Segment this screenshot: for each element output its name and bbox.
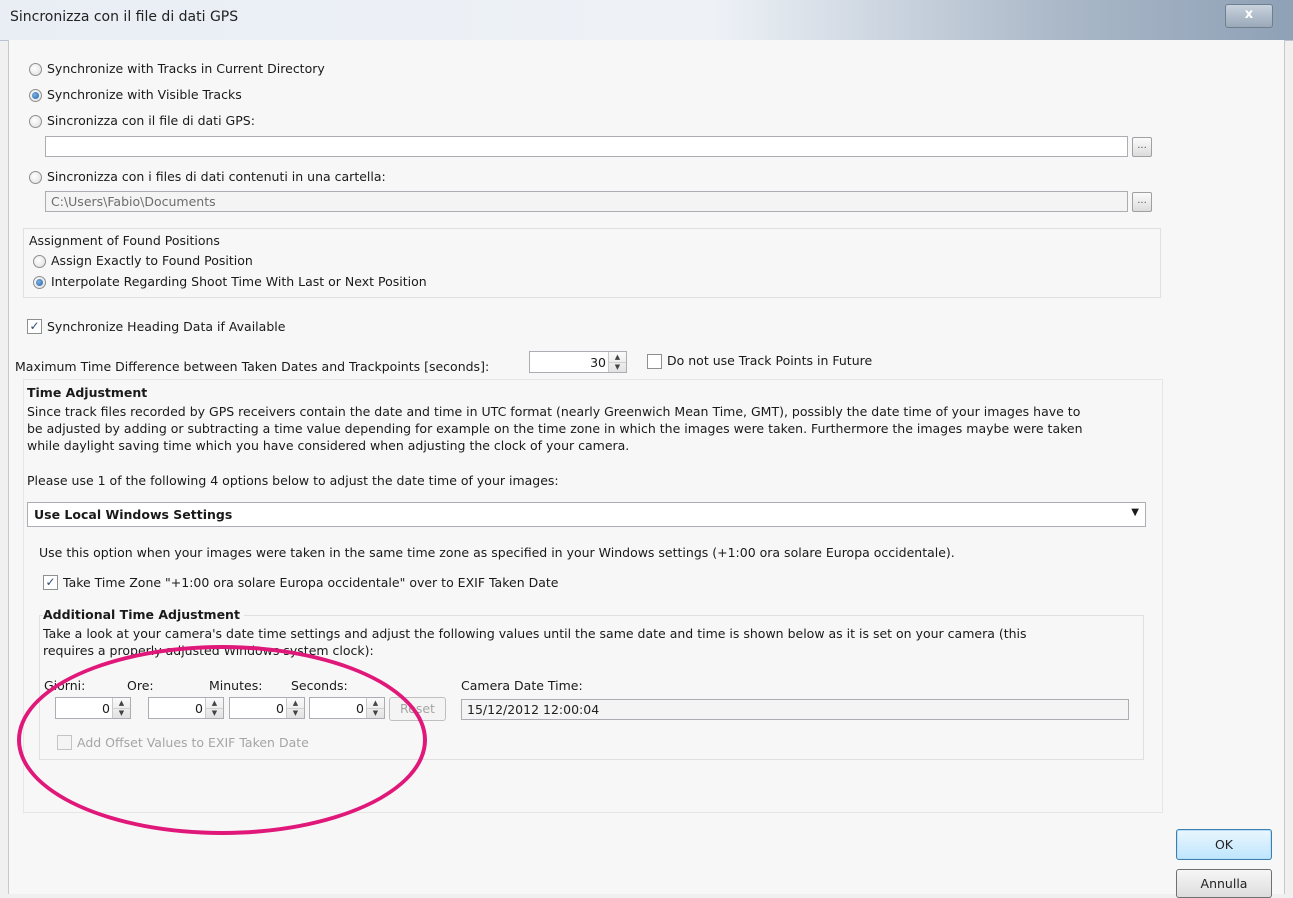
label-gps-file: Sincronizza con il file di dati GPS: xyxy=(47,113,255,128)
dialog-body: Synchronize with Tracks in Current Direc… xyxy=(8,40,1285,898)
additional-desc-1: Take a look at your camera's date time s… xyxy=(43,626,1027,641)
label-interpolate: Interpolate Regarding Shoot Time With La… xyxy=(51,274,427,289)
hours-value: 0 xyxy=(195,701,203,716)
offset-checkbox[interactable] xyxy=(57,735,72,750)
minutes-stepper[interactable]: 0 ▲ ▼ xyxy=(229,697,305,719)
time-option-select[interactable]: Use Local Windows Settings ▼ xyxy=(27,502,1146,527)
heading-label: Synchronize Heading Data if Available xyxy=(47,319,286,334)
time-adjustment-desc-2: be adjusted by adding or subtracting a t… xyxy=(27,421,1083,436)
camera-time-field: 15/12/2012 12:00:04 xyxy=(461,699,1129,720)
options-prompt: Please use 1 of the following 4 options … xyxy=(27,473,559,488)
future-label: Do not use Track Points in Future xyxy=(667,353,873,368)
radio-folder[interactable] xyxy=(29,171,42,184)
radio-gps-file[interactable] xyxy=(29,115,42,128)
reset-button[interactable]: Reset xyxy=(389,697,446,721)
title-bar: Sincronizza con il file di dati GPS x xyxy=(0,0,1293,41)
time-adjustment-title: Time Adjustment xyxy=(27,385,148,400)
additional-title: Additional Time Adjustment xyxy=(43,607,244,622)
spin-down-icon[interactable]: ▼ xyxy=(206,708,223,718)
option-description: Use this option when your images were ta… xyxy=(39,545,955,560)
spin-down-icon[interactable]: ▼ xyxy=(113,708,130,718)
radio-visible-tracks[interactable] xyxy=(29,89,42,102)
days-spin-buttons[interactable]: ▲ ▼ xyxy=(112,698,130,718)
minutes-spin-buttons[interactable]: ▲ ▼ xyxy=(286,698,304,718)
max-time-value: 30 xyxy=(590,355,606,370)
ok-button[interactable]: OK xyxy=(1176,829,1272,860)
max-time-label: Maximum Time Difference between Taken Da… xyxy=(15,359,490,374)
hours-stepper[interactable]: 0 ▲ ▼ xyxy=(148,697,224,719)
max-time-stepper[interactable]: 30 ▲ ▼ xyxy=(529,351,627,373)
seconds-stepper[interactable]: 0 ▲ ▼ xyxy=(309,697,385,719)
label-current-directory: Synchronize with Tracks in Current Direc… xyxy=(47,61,325,76)
max-time-spin-buttons[interactable]: ▲ ▼ xyxy=(608,352,626,372)
label-visible-tracks: Synchronize with Visible Tracks xyxy=(47,87,242,102)
radio-assign-exact[interactable] xyxy=(33,255,46,268)
window-title: Sincronizza con il file di dati GPS xyxy=(10,9,239,25)
spin-down-icon[interactable]: ▼ xyxy=(609,362,626,372)
radio-current-directory[interactable] xyxy=(29,63,42,76)
hours-spin-buttons[interactable]: ▲ ▼ xyxy=(205,698,223,718)
browse-folder-button[interactable]: ... xyxy=(1132,192,1152,212)
folder-path-input[interactable]: C:\Users\Fabio\Documents xyxy=(45,191,1128,212)
browse-gps-file-button[interactable]: ... xyxy=(1132,137,1152,157)
time-adjustment-desc-1: Since track files recorded by GPS receiv… xyxy=(27,404,1081,419)
label-folder: Sincronizza con i files di dati contenut… xyxy=(47,169,386,184)
label-assign-exact: Assign Exactly to Found Position xyxy=(51,253,253,268)
offset-label: Add Offset Values to EXIF Taken Date xyxy=(77,735,309,750)
seconds-spin-buttons[interactable]: ▲ ▼ xyxy=(366,698,384,718)
minutes-label: Minutes: xyxy=(209,678,263,693)
minutes-value: 0 xyxy=(276,701,284,716)
hours-label: Ore: xyxy=(127,678,154,693)
seconds-label: Seconds: xyxy=(291,678,348,693)
heading-checkbox[interactable]: ✓ xyxy=(27,319,42,334)
future-checkbox[interactable] xyxy=(647,354,662,369)
spin-down-icon[interactable]: ▼ xyxy=(367,708,384,718)
spin-down-icon[interactable]: ▼ xyxy=(287,708,304,718)
days-label: Giorni: xyxy=(44,678,86,693)
gps-file-path-input[interactable] xyxy=(45,136,1128,157)
days-value: 0 xyxy=(102,701,110,716)
camera-time-label: Camera Date Time: xyxy=(461,678,583,693)
close-button[interactable]: x xyxy=(1225,4,1273,28)
timezone-checkbox[interactable]: ✓ xyxy=(43,575,58,590)
assignment-title: Assignment of Found Positions xyxy=(29,233,220,248)
time-option-selected: Use Local Windows Settings xyxy=(34,507,233,522)
timezone-label: Take Time Zone "+1:00 ora solare Europa … xyxy=(63,575,559,590)
time-adjustment-desc-3: while daylight saving time which you hav… xyxy=(27,438,630,453)
additional-desc-2: requires a properly adjusted Windows sys… xyxy=(43,643,374,658)
seconds-value: 0 xyxy=(356,701,364,716)
days-stepper[interactable]: 0 ▲ ▼ xyxy=(55,697,131,719)
chevron-down-icon[interactable]: ▼ xyxy=(1131,507,1139,518)
radio-interpolate[interactable] xyxy=(33,276,46,289)
